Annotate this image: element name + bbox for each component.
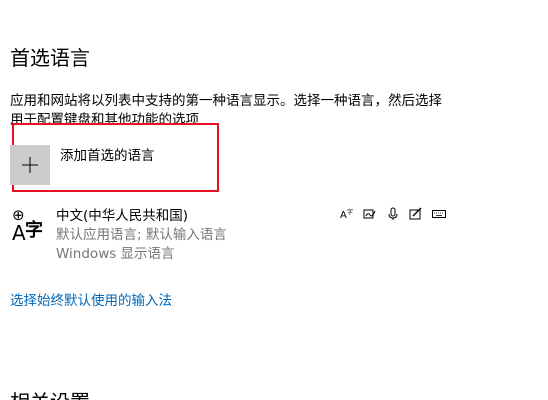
language-feature-icons: A 字: [340, 207, 455, 221]
svg-text:字: 字: [347, 208, 353, 216]
language-defaults: 默认应用语言; 默认输入语言: [56, 227, 227, 243]
language-icon: ⊕ A 字: [10, 207, 50, 247]
svg-text:A: A: [340, 210, 347, 221]
related-settings-title: 相关设置: [10, 388, 90, 400]
pen-icon: [409, 207, 423, 221]
choose-default-input-method-link[interactable]: 选择始终默认使用的输入法: [10, 292, 172, 311]
language-settings-page: 首选语言 应用和网站将以列表中支持的第一种语言显示。选择一种语言，然后选择 用于…: [0, 0, 548, 400]
plus-icon: [10, 145, 50, 185]
speech-icon: [386, 207, 400, 221]
handwriting-icon: [363, 207, 377, 221]
language-list-item[interactable]: ⊕ A 字 中文(中华人民共和国) 默认应用语言; 默认输入语言 Windows…: [10, 207, 450, 263]
letter-zi-glyph: 字: [25, 220, 43, 241]
display-language-icon: A 字: [340, 207, 354, 221]
letter-a-glyph: A: [12, 221, 26, 245]
page-title: 首选语言: [10, 46, 90, 70]
language-text: 中文(中华人民共和国) 默认应用语言; 默认输入语言 Windows 显示语言: [56, 207, 227, 264]
keyboard-icon: [432, 207, 446, 221]
add-preferred-language-label: 添加首选的语言: [60, 148, 155, 164]
add-preferred-language-button[interactable]: 添加首选的语言: [10, 145, 155, 185]
language-display-note: Windows 显示语言: [56, 246, 175, 262]
language-name: 中文(中华人民共和国): [56, 208, 189, 224]
